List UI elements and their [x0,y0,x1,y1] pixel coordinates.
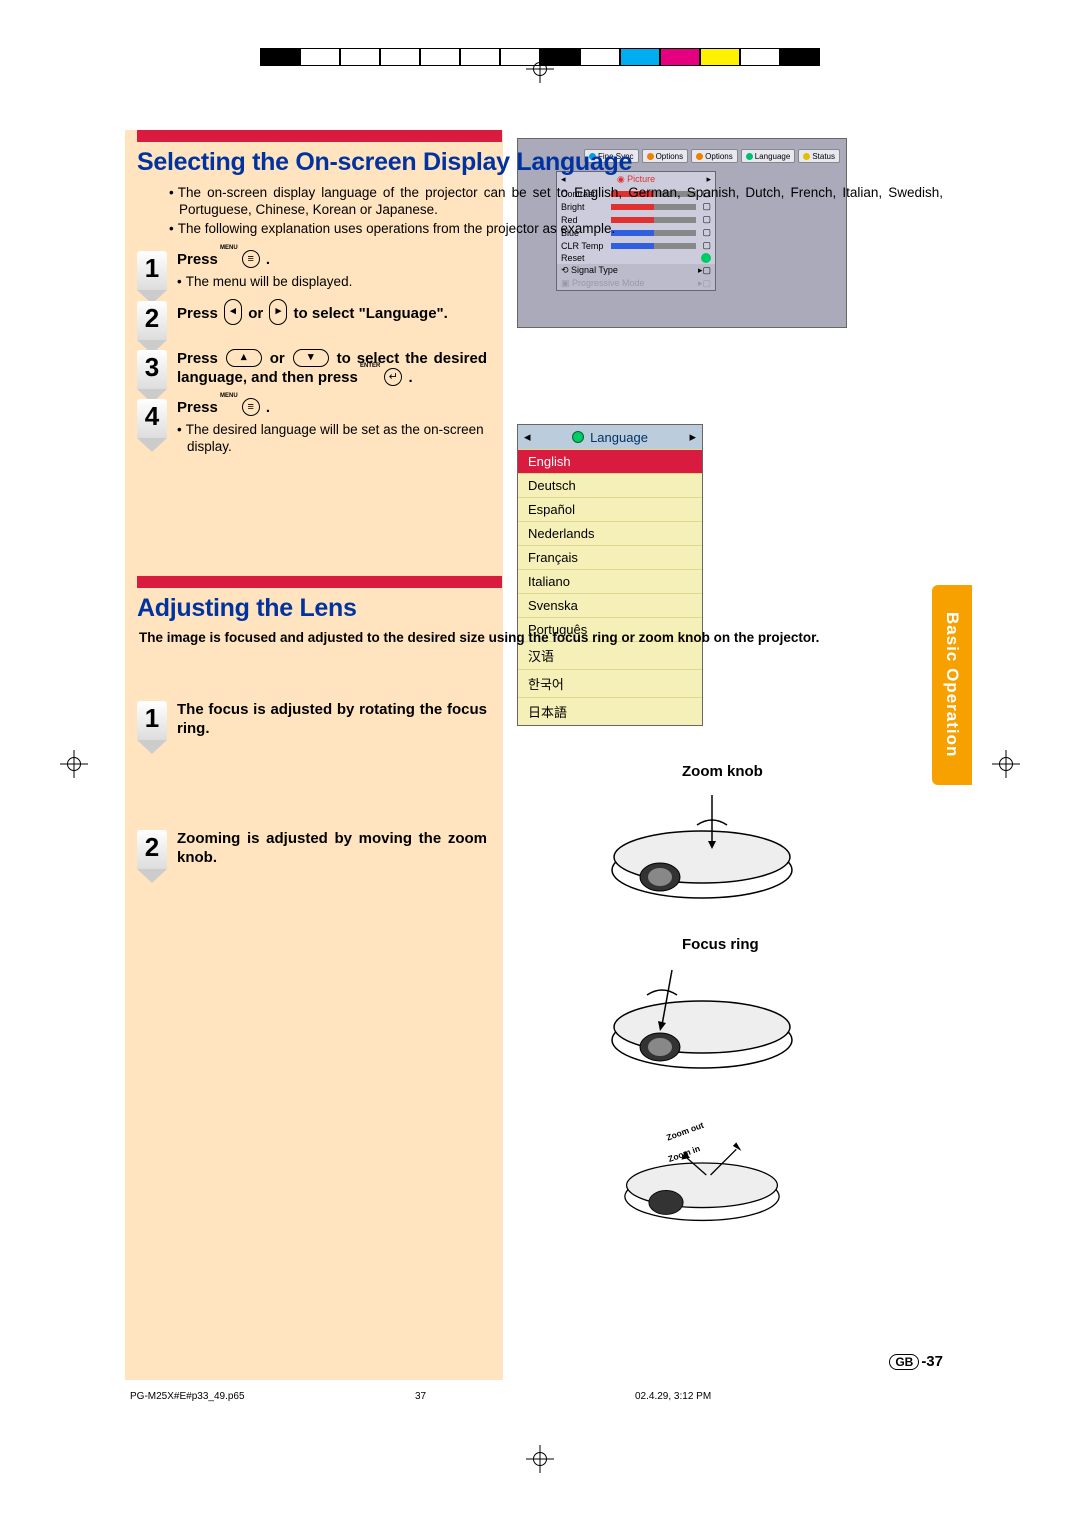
step-text: Zooming is adjusted by moving the zoom k… [177,830,487,868]
projector-illustration-focus [602,955,802,1075]
step-text: Press [177,305,222,322]
step-sub-text: The menu will be displayed. [177,274,487,291]
step-number: 2 [137,830,167,869]
color-swatch [700,48,740,66]
color-swatch [580,48,620,66]
projector-illustration-zoom-direction: Zoom out Zoom in [602,1115,802,1235]
section1-bullets: The on-screen display language of the pr… [169,185,943,238]
menu-label: MENU [220,393,238,399]
section2-intro: The image is focused and adjusted to the… [139,630,943,647]
section-divider [137,576,502,588]
step-text: . [404,369,412,386]
step-sub: The desired language will be set as the … [177,422,487,456]
color-swatch [420,48,460,66]
step-number: 2 [137,301,167,340]
projector-icon: Zoom out Zoom in [602,1115,802,1235]
registration-mark-top [526,55,554,83]
step-number: 1 [137,701,167,740]
page-content: Selecting the On-screen Display Language… [125,130,963,1380]
step-text: or [264,350,291,367]
footer-date: 02.4.29, 3:12 PM [635,1391,711,1402]
step-text: Press [177,251,222,268]
menu-label: MENU [220,245,238,251]
step-text: to select "Language". [289,305,447,322]
registration-mark-bottom [526,1445,554,1473]
color-swatch [260,48,300,66]
enter-label: ENTER [360,363,380,369]
step-3: 3 Press ▴ or ▾ to select the desired lan… [137,350,963,389]
menu-button-icon [242,398,260,416]
footer-filename: PG-M25X#E#p33_49.p65 [130,1391,245,1402]
heading-adjust-lens: Adjusting the Lens [137,594,963,623]
step-text: The focus is adjusted by rotating the fo… [177,701,487,739]
step-sub-text: The desired language will be set as the … [177,422,487,456]
bullet-text: The on-screen display language of the pr… [169,185,943,219]
color-swatch [620,48,660,66]
step-1: 1 Press MENU . The menu will be displaye… [137,251,963,291]
page-num-value: -37 [921,1353,943,1370]
down-button-icon: ▾ [293,349,329,367]
registration-mark-left [60,750,88,778]
step-text: Press [177,350,224,367]
zoom-out-label: Zoom out [665,1120,705,1143]
bullet-text: The following explanation uses operation… [169,221,943,238]
right-button-icon: ▸ [269,299,287,325]
menu-button-icon [242,250,260,268]
color-swatch [380,48,420,66]
step-text: . [262,251,270,268]
step-number: 4 [137,399,167,438]
callout-focus-ring: Focus ring [682,936,759,953]
step-sub: The menu will be displayed. [177,274,487,291]
color-swatch [300,48,340,66]
page-region: GB [889,1354,919,1370]
lens-step-1: 1 The focus is adjusted by rotating the … [137,701,963,740]
enter-button-icon [384,368,402,386]
step-text: Press [177,399,222,416]
step-number: 1 [137,251,167,290]
step-number: 3 [137,350,167,389]
zoom-in-label: Zoom in [667,1143,702,1164]
lens-step-2: 2 Zooming is adjusted by moving the zoom… [137,830,963,869]
color-swatch [340,48,380,66]
left-button-icon: ◂ [224,299,242,325]
color-swatch [780,48,820,66]
step-text: . [262,399,270,416]
heading-select-language: Selecting the On-screen Display Language [137,148,963,177]
page-number: GB-37 [889,1353,943,1370]
section-divider [137,130,502,142]
color-swatch [460,48,500,66]
step-2: 2 Press ◂ or ▸ to select "Language". [137,301,963,340]
footer-page: 37 [415,1391,426,1402]
registration-mark-right [992,750,1020,778]
color-swatch [660,48,700,66]
color-swatch [740,48,780,66]
step-4: 4 Press MENU . The desired language will… [137,399,963,456]
projector-icon [602,955,802,1075]
step-text: or [244,305,267,322]
up-button-icon: ▴ [226,349,262,367]
